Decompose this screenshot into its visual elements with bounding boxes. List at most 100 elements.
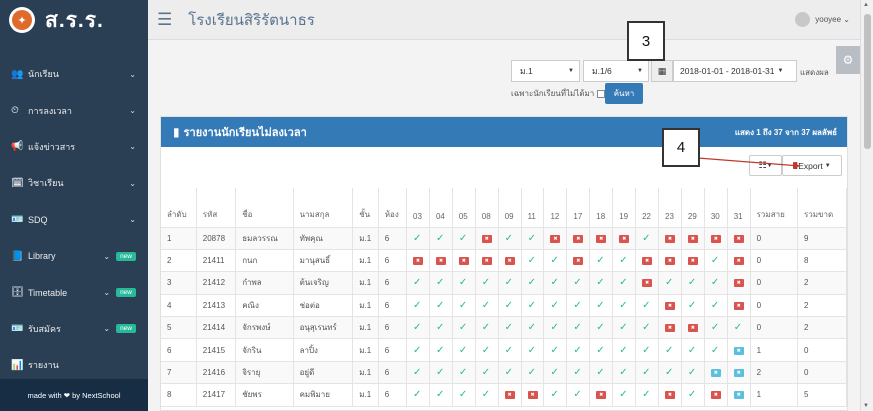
column-header[interactable]: 05 (452, 188, 476, 228)
table-body: 1 20878 ธมลวรรณ ทัพคุณ ม.1 6 ✓ ✓ ✓ ✖ ✓ ✓ ✖ ✖ ✖ ✖ ✓ ✖ ✖ ✖ ✖ 0 9… (161, 227, 848, 407)
brand[interactable]: ✦ ส.ร.ร. (0, 0, 148, 40)
day-status-cell: ✖ (727, 227, 751, 250)
column-header[interactable]: 29 (681, 188, 705, 228)
day-status-cell: ✓ (429, 361, 453, 385)
table-row: 1 20878 ธมลวรรณ ทัพคุณ ม.1 6 ✓ ✓ ✓ ✖ ✓ ✓ ✖ ✖ ✖ ✖ ✓ ✖ ✖ ✖ ✖ 0 9 (161, 227, 848, 250)
column-header[interactable]: ชื่อ (235, 188, 294, 228)
check-icon: ✓ (413, 299, 422, 311)
settings-gear-button[interactable]: ⚙ (836, 46, 860, 74)
column-header[interactable]: 30 (704, 188, 728, 228)
level-select[interactable]: ม.1 ▼ (511, 60, 580, 82)
calendar-button[interactable]: ▦ (651, 60, 673, 82)
column-header[interactable]: 11 (521, 188, 545, 228)
column-header[interactable]: รวมสาย (750, 188, 798, 228)
day-status-cell: ✓ (543, 383, 568, 407)
column-header[interactable]: 17 (566, 188, 591, 228)
scroll-thumb[interactable] (864, 14, 871, 149)
column-header[interactable]: นามสกุล (293, 188, 354, 228)
column-toggle-button[interactable]: ☷ ▼ (749, 155, 782, 176)
day-status-cell: ✓ (406, 316, 430, 340)
day-status-cell: ✓ (681, 383, 705, 407)
column-header[interactable]: 19 (612, 188, 637, 228)
check-icon: ✓ (435, 277, 445, 289)
table-row: 4 21413 คณิง ช่อต่อ ม.1 6 ✓ ✓ ✓ ✓ ✓ ✓ ✓ ✓ ✓ ✓ ✓ ✖ ✓ ✓ ✖ 0 2 (161, 294, 848, 318)
absent-icon: ✖ (435, 256, 446, 265)
day-status-cell: ✓ (566, 294, 591, 318)
date-range-picker[interactable]: 2018-01-01 - 2018-01-31 ▼ (673, 60, 797, 82)
check-icon: ✓ (458, 389, 468, 401)
date-range-value: 2018-01-01 - 2018-01-31 (680, 66, 775, 76)
check-icon: ✓ (619, 367, 628, 379)
table-row: 3 21412 กำพล ต้นเจริญ ม.1 6 ✓ ✓ ✓ ✓ ✓ ✓ ✓ ✓ ✓ ✓ ✖ ✓ ✓ ✓ ✖ 0 2 (161, 271, 848, 295)
day-status-cell: ✓ (589, 316, 614, 340)
total-late: 1 (750, 338, 798, 362)
column-header[interactable]: 12 (543, 188, 568, 228)
student-id: 21415 (196, 338, 237, 362)
column-header[interactable]: รวมขาด (797, 188, 848, 228)
absent-icon: ✖ (481, 256, 492, 265)
column-header[interactable]: ชั้น (352, 188, 379, 228)
row-number: 3 (161, 271, 197, 295)
column-header[interactable]: 08 (475, 188, 499, 228)
first-name: ธมลวรรณ (235, 227, 294, 250)
day-status-cell: ✓ (521, 294, 545, 318)
day-status-cell: ✖ (658, 294, 682, 318)
day-status-cell: ✓ (452, 383, 476, 407)
column-header[interactable]: 04 (429, 188, 453, 228)
day-status-cell: ✖ (543, 227, 568, 250)
sidebar-item-0[interactable]: 👥 นักเรียน ⌄ (0, 56, 148, 92)
check-icon: ✓ (573, 367, 582, 379)
row-number: 2 (161, 249, 197, 273)
day-status-cell: ✓ (429, 316, 453, 340)
table-header-row: ลำดับ รหัส ชื่อ นามสกุล ชั้น ห้อง 03 04 05 08 09 11… (161, 188, 848, 228)
room-select[interactable]: ม.1/6 ▼ (583, 60, 649, 82)
sidebar-item-4[interactable]: 🪪 SDQ ⌄ (0, 202, 148, 238)
day-status-cell: ✖ (704, 227, 728, 250)
column-header[interactable]: 03 (406, 188, 430, 228)
absent-icon: ✖ (642, 279, 653, 288)
column-header[interactable]: 18 (589, 188, 614, 228)
page-scrollbar[interactable]: ▲ ▼ (860, 0, 873, 411)
hamburger-menu-icon[interactable]: ☰ (157, 10, 172, 30)
column-header[interactable]: 09 (498, 188, 522, 228)
first-name: จักรพงษ์ (235, 316, 294, 340)
day-status-cell: ✓ (406, 383, 430, 407)
day-status-cell: ✓ (429, 227, 453, 250)
column-header[interactable]: ลำดับ (161, 188, 197, 228)
scroll-up-icon[interactable]: ▲ (863, 2, 869, 8)
sidebar-item-2[interactable]: 📢 แจ้งข่าวสาร ⌄ (0, 129, 148, 165)
day-status-cell: ✖ (566, 227, 591, 250)
user-menu[interactable]: yooyee ⌄ (795, 12, 850, 27)
day-status-cell: ✖ (658, 227, 682, 250)
first-name: กนก (235, 249, 294, 273)
check-icon: ✓ (596, 322, 605, 334)
sidebar-item-5[interactable]: 📘 Library ⌄ new (0, 238, 148, 274)
day-status-cell: ✓ (521, 361, 545, 385)
search-button[interactable]: ค้นหา (605, 83, 643, 104)
scroll-down-icon[interactable]: ▼ (863, 403, 869, 409)
sidebar-item-6[interactable]: 🗄 Timetable ⌄ new (0, 274, 148, 310)
check-icon: ✓ (573, 389, 582, 401)
column-header[interactable]: 23 (658, 188, 682, 228)
last-name: อนุสุเรนทร์ (293, 316, 354, 340)
only-absent-filter[interactable]: เฉพาะนักเรียนที่ไม่ได้มา (511, 87, 606, 100)
column-header[interactable]: รหัส (196, 188, 237, 228)
sidebar-item-1[interactable]: ⏲ การลงเวลา ⌄ (0, 92, 148, 128)
class-level: ม.1 (352, 271, 379, 295)
day-status-cell: ✖ (727, 383, 751, 407)
day-status-cell: ✓ (681, 361, 705, 385)
day-status-cell: ✓ (658, 271, 682, 295)
check-icon: ✓ (687, 344, 697, 356)
chevron-down-icon: ⌄ (841, 15, 850, 24)
column-header[interactable]: 22 (635, 188, 659, 228)
sidebar-item-3[interactable]: 🗓 วิชาเรียน ⌄ (0, 165, 148, 201)
day-status-cell: ✓ (429, 338, 453, 362)
caret-down-icon: ▼ (637, 68, 643, 74)
report-panel: ▮ รายงานนักเรียนไม่ลงเวลา แสดง 1 ถึง 37 … (160, 116, 848, 411)
check-icon: ✓ (687, 389, 697, 401)
column-header[interactable]: ห้อง (378, 188, 408, 228)
column-header[interactable]: 31 (727, 188, 751, 228)
caret-down-icon: ▼ (824, 162, 831, 169)
export-button[interactable]: ▮ Export ▼ (782, 155, 842, 176)
sidebar-item-7[interactable]: 🪪 รับสมัคร ⌄ new (0, 311, 148, 347)
